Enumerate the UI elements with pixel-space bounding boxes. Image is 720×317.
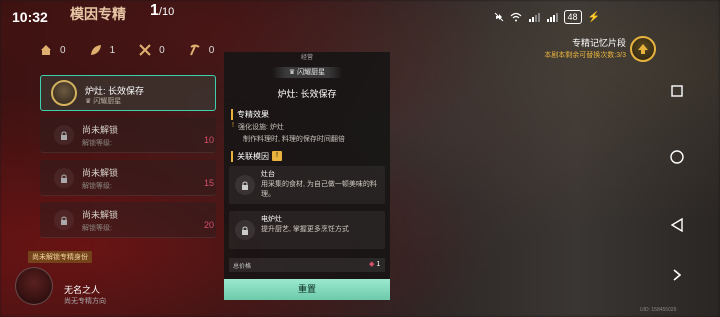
memory-sub: 本剧本剩余可替换次数:3/3	[544, 52, 626, 59]
stat-value: 0	[208, 44, 215, 56]
home-nav-button[interactable]	[670, 150, 684, 164]
mute-icon	[494, 12, 503, 22]
mastery-slot-locked[interactable]: 尚未解锁 解锁等级: 10	[40, 117, 216, 153]
recents-nav-button[interactable]	[670, 84, 684, 98]
identity-tag: 尚未解锁专精身份	[28, 251, 92, 263]
effect-heading: 专精效果	[231, 109, 269, 120]
card-name: 电炉灶	[261, 216, 282, 223]
battery-indicator: 48	[563, 10, 582, 24]
price-amount: 1	[376, 261, 381, 268]
price-label: 总价格	[233, 264, 252, 270]
signal-icon	[546, 13, 558, 22]
pickaxe-icon	[189, 44, 200, 56]
price-bar	[229, 258, 385, 272]
identity-name: 无名之人	[64, 285, 101, 295]
lock-icon	[54, 168, 74, 188]
lock-icon	[54, 125, 74, 145]
slot-name: 尚未解锁	[82, 125, 119, 135]
card-name: 灶台	[261, 171, 275, 178]
stat-value: 0	[159, 44, 165, 56]
rank-badge-text: 闪耀厨星	[297, 69, 326, 76]
back-triangle-icon	[671, 218, 683, 232]
tools-icon	[139, 44, 151, 56]
rank-badge: ♛ 闪耀厨星	[272, 67, 342, 78]
square-icon	[671, 85, 683, 97]
expand-nav-button[interactable]	[670, 268, 684, 282]
stat-leaf: 1	[90, 44, 116, 56]
price-value: ◆ 1	[369, 260, 380, 268]
signal-icon	[528, 13, 540, 22]
card-desc: 提升厨艺, 掌握更多烹饪方式	[261, 226, 349, 233]
status-time: 10:32	[12, 9, 48, 25]
memory-upgrade-icon[interactable]	[630, 36, 656, 62]
stat-home: 0	[40, 44, 66, 56]
unlock-level: 10	[203, 135, 214, 145]
stat-pickaxe: 0	[189, 44, 215, 56]
count-current: 1	[150, 2, 159, 19]
lock-icon	[235, 175, 255, 195]
identity-sub: 尚无专精方向	[64, 298, 106, 305]
home-icon	[41, 45, 51, 55]
charging-icon: ⚡	[587, 11, 600, 23]
info-icon[interactable]: !	[272, 151, 282, 161]
effect-line-2: 制作料理时, 料理的保存时间翻倍	[243, 136, 345, 143]
mastery-count: 1/10	[150, 2, 174, 20]
card-desc: 用采集的食材, 为自己做一顿美味的料理。	[261, 181, 377, 198]
slot-sub: ♛ 闪耀厨星	[85, 98, 122, 105]
slot-sub: 解锁等级:	[82, 225, 112, 232]
mastery-slot-locked[interactable]: 尚未解锁 解锁等级: 20	[40, 202, 216, 238]
identity-avatar[interactable]	[15, 267, 53, 305]
slot-sub: 解锁等级:	[82, 140, 112, 147]
memory-title: 专精记忆片段	[571, 38, 626, 48]
leaf-icon	[90, 45, 101, 55]
page-title: 模因专精	[70, 6, 126, 22]
slot-sub: 解锁等级:	[82, 183, 112, 190]
count-total: /10	[158, 6, 175, 18]
status-icons: 48 ⚡	[494, 10, 600, 24]
wifi-icon	[510, 12, 521, 22]
related-card[interactable]: 电炉灶 提升厨艺, 掌握更多烹饪方式	[229, 211, 385, 249]
slot-name: 尚未解锁	[82, 210, 119, 220]
slot-sub-text: 闪耀厨星	[93, 98, 122, 105]
stat-value: 1	[109, 44, 116, 56]
lock-icon	[54, 210, 74, 230]
chevron-right-icon	[673, 269, 682, 281]
panel-title: 炉灶: 长效保存	[277, 89, 337, 99]
circle-icon	[670, 150, 684, 164]
currency-icon: ◆	[369, 261, 375, 268]
panel-category: 经营	[300, 55, 313, 61]
stat-value: 0	[60, 44, 66, 56]
stove-avatar-icon	[51, 80, 77, 106]
unlock-level: 20	[203, 220, 214, 230]
slot-name: 尚未解锁	[82, 168, 119, 178]
stat-tools: 0	[139, 44, 165, 56]
uid-label: UID: 158455029	[640, 307, 677, 313]
mastery-slot-active[interactable]: 炉灶: 长效保存 ♛ 闪耀厨星	[40, 75, 216, 111]
unlock-level: 15	[203, 178, 214, 188]
lock-icon	[235, 220, 255, 240]
reset-button[interactable]: 重置	[224, 279, 390, 300]
related-card[interactable]: 灶台 用采集的食材, 为自己做一顿美味的料理。	[229, 166, 385, 204]
effect-line-1: 强化设施: 炉灶	[238, 124, 284, 131]
mastery-slot-locked[interactable]: 尚未解锁 解锁等级: 15	[40, 160, 216, 196]
alert-icon: !	[232, 122, 234, 129]
related-heading: 关联模因	[231, 151, 269, 162]
back-nav-button[interactable]	[670, 218, 684, 232]
stats-row: 0 1 0 0	[40, 44, 214, 56]
